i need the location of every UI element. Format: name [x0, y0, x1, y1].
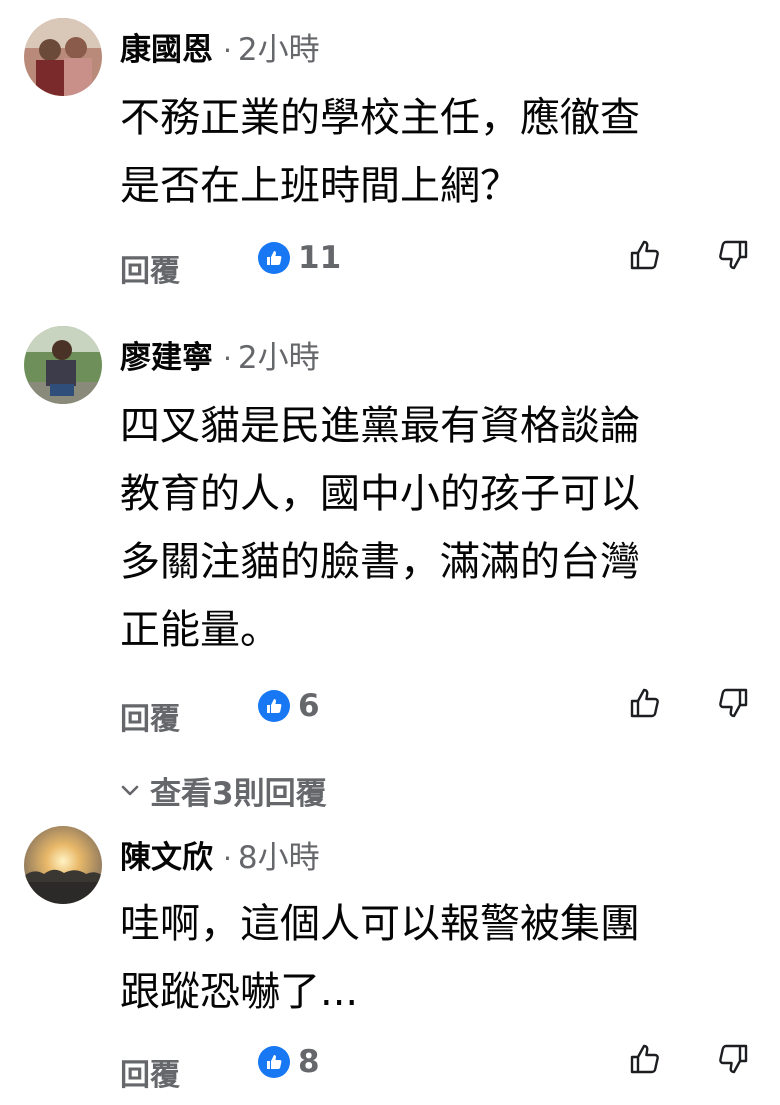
- avatar[interactable]: [24, 18, 102, 96]
- timestamp[interactable]: 8小時: [238, 832, 320, 877]
- separator: ·: [223, 342, 232, 375]
- like-count: 8: [298, 1044, 320, 1080]
- separator: ·: [223, 842, 232, 875]
- comment-text: 不務正業的學校主任，應徹查 是否在上班時間上網？: [120, 95, 640, 209]
- separator: ·: [223, 34, 232, 67]
- author-name[interactable]: 康國恩: [120, 24, 213, 69]
- comment-text: 哇啊，這個人可以報警被集團 跟蹤恐嚇了...: [120, 901, 640, 1015]
- comment-text: 四叉貓是民進黨最有資格談論 教育的人，國中小的孩子可以 多關注貓的臉書，滿滿的台…: [120, 403, 640, 653]
- timestamp[interactable]: 2小時: [238, 332, 320, 377]
- comment-actions: 回覆 8: [120, 1042, 760, 1094]
- avatar[interactable]: [24, 826, 102, 904]
- thumbs-down-outline-icon[interactable]: [716, 238, 750, 272]
- like-count: 11: [298, 240, 342, 276]
- thumbs-up-outline-icon[interactable]: [628, 686, 662, 720]
- chevron-down-icon: [121, 785, 139, 795]
- timestamp[interactable]: 2小時: [238, 24, 320, 69]
- view-replies-link[interactable]: 查看3則回覆: [118, 768, 327, 813]
- like-count-group[interactable]: 11: [258, 240, 341, 276]
- comment-header: 廖建寧 · 2小時: [120, 332, 320, 382]
- avatar[interactable]: [24, 326, 102, 404]
- thumbs-up-outline-icon[interactable]: [628, 1042, 662, 1076]
- reply-button[interactable]: 回覆: [120, 246, 180, 290]
- reply-button[interactable]: 回覆: [120, 694, 180, 738]
- author-name[interactable]: 廖建寧: [120, 332, 213, 377]
- like-count: 6: [298, 688, 320, 724]
- thumbs-up-badge-icon: [258, 690, 290, 722]
- thumbs-down-outline-icon[interactable]: [716, 686, 750, 720]
- view-replies-label: 查看3則回覆: [150, 776, 327, 812]
- like-count-group[interactable]: 8: [258, 1044, 320, 1080]
- comment-actions: 回覆 6: [120, 686, 760, 738]
- comment-header: 陳文欣 · 8小時: [120, 832, 320, 882]
- thumbs-up-outline-icon[interactable]: [628, 238, 662, 272]
- like-count-group[interactable]: 6: [258, 688, 320, 724]
- author-name[interactable]: 陳文欣: [120, 832, 213, 877]
- thumbs-down-outline-icon[interactable]: [716, 1042, 750, 1076]
- thumbs-up-badge-icon: [258, 242, 290, 274]
- comment-actions: 回覆 11: [120, 238, 760, 290]
- comment-header: 康國恩 · 2小時: [120, 24, 320, 74]
- reply-button[interactable]: 回覆: [120, 1050, 180, 1094]
- thumbs-up-badge-icon: [258, 1046, 290, 1078]
